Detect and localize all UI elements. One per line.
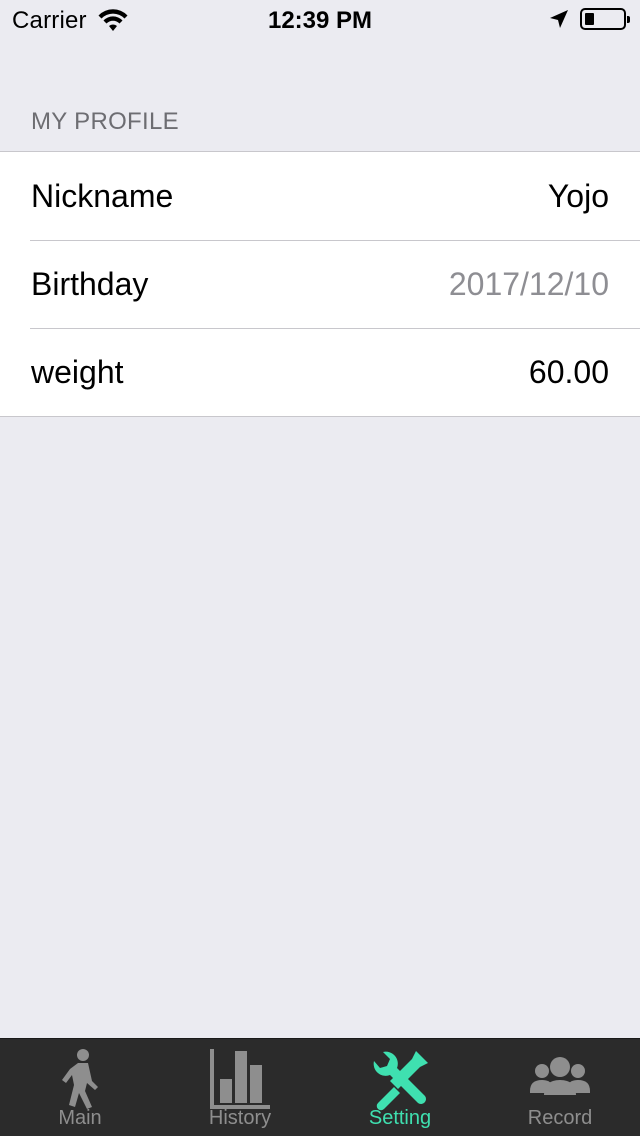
- status-time: 12:39 PM: [267, 7, 373, 34]
- weight-value: 60.00: [528, 353, 609, 390]
- section-header: MY PROFILE: [31, 108, 179, 135]
- location-arrow-icon: [550, 10, 568, 28]
- birthday-row[interactable]: Birthday 2017/12/10: [0, 240, 640, 328]
- tab-record[interactable]: Record: [480, 1039, 640, 1136]
- tab-bar: Main History Setting Record: [0, 1038, 640, 1136]
- battery-level: [585, 13, 594, 25]
- status-right: [548, 8, 630, 30]
- group-users-icon: [530, 1057, 590, 1095]
- nickname-label: Nickname: [31, 177, 174, 214]
- screen: Carrier 12:39 PM MY PROFILE Nickname Yoj…: [0, 0, 640, 1136]
- nickname-value: Yojo: [547, 177, 609, 214]
- tab-history[interactable]: History: [160, 1039, 320, 1136]
- profile-table: Nickname Yojo Birthday 2017/12/10 weight…: [0, 151, 640, 417]
- birthday-value: 2017/12/10: [448, 265, 609, 302]
- bar-chart-icon: [210, 1049, 270, 1109]
- battery-icon: [580, 8, 630, 30]
- tab-setting[interactable]: Setting: [320, 1039, 480, 1136]
- wrench-screwdriver-icon: [373, 1051, 428, 1111]
- weight-row[interactable]: weight 60.00: [0, 328, 640, 416]
- weight-label: weight: [31, 353, 124, 390]
- birthday-label: Birthday: [31, 265, 149, 302]
- tab-main[interactable]: Main: [0, 1039, 160, 1136]
- nickname-row[interactable]: Nickname Yojo: [0, 152, 640, 240]
- status-bar: Carrier 12:39 PM: [0, 0, 640, 40]
- walking-person-icon: [62, 1049, 98, 1109]
